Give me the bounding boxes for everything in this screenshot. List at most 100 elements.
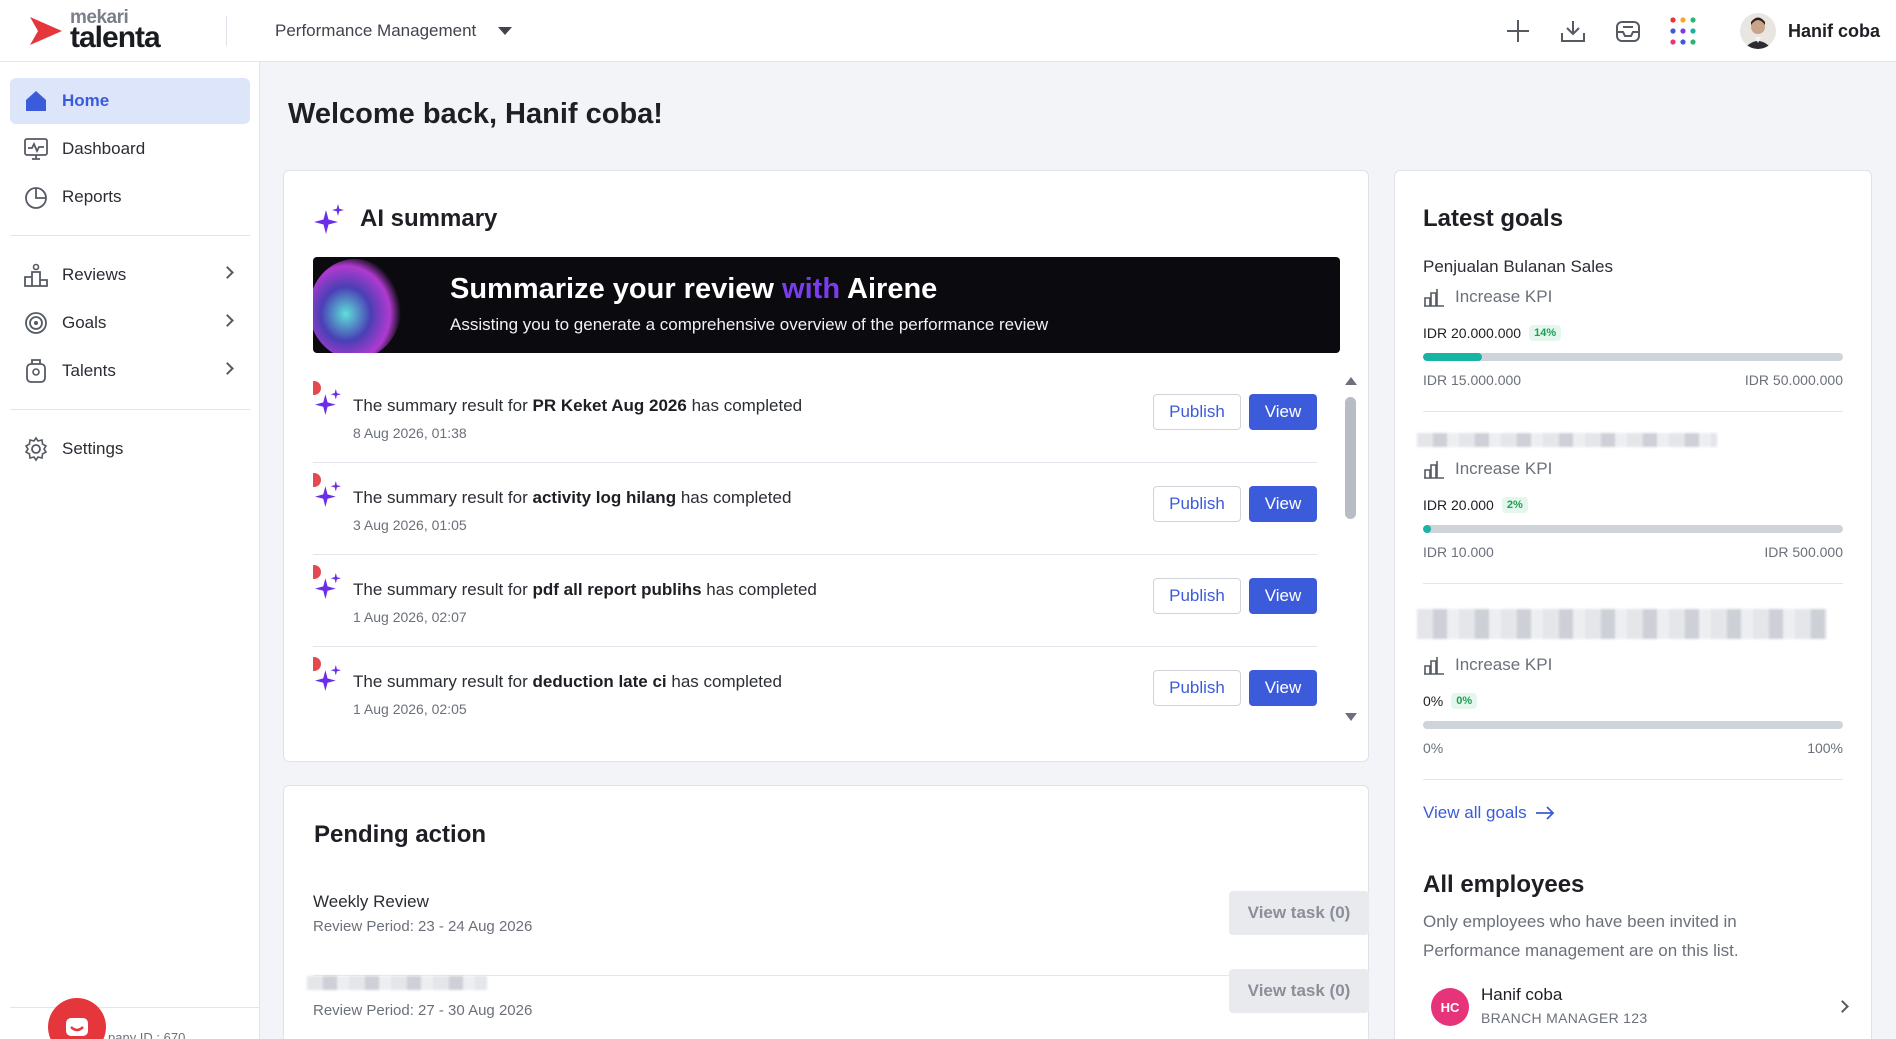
list-item: The summary result for deduction late ci…	[313, 647, 1317, 731]
sparkle-icon	[314, 204, 344, 234]
employee-row[interactable]: HC Hanif coba BRANCH MANAGER 123	[1423, 983, 1853, 1033]
sidebar-item-dashboard[interactable]: Dashboard	[10, 126, 250, 172]
goal-progress-bar	[1423, 353, 1843, 361]
sidebar-item-label: Reviews	[62, 265, 127, 284]
goal-divider	[1423, 583, 1843, 584]
target-icon	[22, 309, 50, 337]
publish-button[interactable]: Publish	[1153, 486, 1241, 522]
chevron-down-icon	[498, 26, 513, 35]
bar-chart-icon	[1424, 461, 1444, 479]
employee-role: BRANCH MANAGER 123	[1481, 1010, 1648, 1026]
user-menu[interactable]: Hanif coba	[1739, 13, 1880, 49]
chevron-right-icon	[221, 362, 234, 375]
goal-percent-badge: 14%	[1529, 325, 1562, 341]
chevron-right-icon	[1836, 1000, 1849, 1013]
ai-summary-title: AI summary	[360, 205, 498, 232]
chat-icon	[66, 1018, 88, 1036]
plus-icon[interactable]	[1500, 13, 1536, 49]
summary-date: 1 Aug 2026, 02:05	[353, 701, 467, 717]
topbar-divider	[226, 15, 227, 46]
badge-icon	[22, 357, 50, 385]
list-item: Review Period: 27 - 30 Aug 2026 View tas…	[307, 969, 1369, 1039]
list-item: The summary result for pdf all report pu…	[313, 555, 1317, 647]
view-button[interactable]: View	[1249, 394, 1317, 430]
goal-start-value: IDR 10.000	[1423, 544, 1494, 560]
sidebar-item-reviews[interactable]: Reviews	[10, 252, 250, 298]
publish-button[interactable]: Publish	[1153, 578, 1241, 614]
summary-scrollbar[interactable]	[1340, 377, 1360, 723]
view-button[interactable]: View	[1249, 578, 1317, 614]
goal-name: Penjualan Bulanan Sales	[1423, 257, 1613, 276]
chevron-right-icon	[221, 266, 234, 279]
sparkle-icon	[315, 481, 341, 507]
goal-progress-fill	[1423, 525, 1431, 533]
goal-kpi: Increase KPI	[1455, 287, 1553, 306]
goal-current-value: IDR 20.000	[1423, 497, 1494, 513]
goal-progress-bar	[1423, 525, 1843, 533]
mekari-talenta-logo[interactable]: mekari talenta	[26, 6, 198, 56]
publish-button[interactable]: Publish	[1153, 670, 1241, 706]
module-label: Performance Management	[275, 20, 477, 40]
goal-divider	[1423, 779, 1843, 780]
goal-item[interactable]: Increase KPI IDR 20.000 2% IDR 10.000 ID…	[1417, 429, 1843, 569]
brand-big: talenta	[70, 21, 161, 54]
download-icon[interactable]	[1555, 13, 1591, 49]
goal-start-value: 0%	[1423, 740, 1444, 756]
sparkle-icon	[315, 389, 341, 415]
scroll-down-icon[interactable]	[1345, 713, 1357, 721]
gear-icon	[22, 435, 50, 463]
scroll-up-icon[interactable]	[1345, 377, 1357, 385]
bar-chart-icon	[1424, 289, 1444, 307]
summary-text: The summary result for pdf all report pu…	[353, 580, 817, 599]
goal-divider	[1423, 411, 1843, 412]
all-employees-description: Only employees who have been invited in …	[1423, 912, 1739, 960]
latest-goals-card: Latest goals Penjualan Bulanan Sales Inc…	[1394, 170, 1872, 1039]
all-employees-title: All employees	[1423, 871, 1585, 898]
sidebar-item-label: Settings	[62, 439, 124, 458]
employee-name: Hanif coba	[1481, 985, 1563, 1004]
view-task-button[interactable]: View task (0)	[1229, 891, 1369, 935]
scroll-thumb[interactable]	[1345, 397, 1356, 519]
sidebar-item-reports[interactable]: Reports	[10, 174, 250, 220]
list-item: Weekly Review Review Period: 23 - 24 Aug…	[313, 888, 1369, 976]
pending-action-card: Pending action Weekly Review Review Peri…	[283, 785, 1369, 1039]
goal-item[interactable]: Increase KPI 0% 0% 0% 100%	[1417, 597, 1843, 767]
publish-button[interactable]: Publish	[1153, 394, 1241, 430]
summary-list: The summary result for PR Keket Aug 2026…	[313, 371, 1317, 731]
banner-title: Summarize your review with Airene	[450, 273, 938, 305]
sidebar-item-label: Goals	[62, 313, 107, 332]
airene-banner: Summarize your review with Airene Assist…	[313, 257, 1340, 353]
apps-grid-icon[interactable]	[1665, 13, 1701, 49]
module-selector[interactable]: Performance Management	[275, 20, 513, 41]
ai-summary-card: AI summary Summarize your review with Ai…	[283, 170, 1369, 762]
user-avatar	[1739, 13, 1776, 49]
inbox-icon[interactable]	[1610, 13, 1646, 49]
user-name: Hanif coba	[1787, 20, 1880, 41]
pending-action-title: Pending action	[314, 821, 487, 848]
view-button[interactable]: View	[1249, 670, 1317, 706]
review-period: Review Period: 27 - 30 Aug 2026	[313, 1002, 533, 1019]
goal-target-value: IDR 500.000	[1764, 544, 1843, 560]
sidebar-item-home[interactable]: Home	[10, 78, 250, 124]
sidebar-item-settings[interactable]: Settings	[10, 426, 250, 472]
summary-date: 8 Aug 2026, 01:38	[353, 425, 467, 441]
summary-text: The summary result for PR Keket Aug 2026…	[353, 396, 803, 415]
sidebar-item-label: Talents	[62, 361, 116, 380]
summary-date: 3 Aug 2026, 01:05	[353, 517, 467, 533]
sidebar-item-label: Home	[62, 91, 110, 110]
goal-progress-bar	[1423, 721, 1843, 729]
view-all-goals-link[interactable]: View all goals	[1423, 803, 1555, 823]
view-button[interactable]: View	[1249, 486, 1317, 522]
goal-target-value: 100%	[1807, 740, 1843, 756]
review-period: Review Period: 23 - 24 Aug 2026	[313, 918, 533, 935]
redacted-goal-name	[1417, 609, 1827, 639]
top-bar: mekari talenta Performance Management Ha…	[0, 0, 1896, 62]
goal-start-value: IDR 15.000.000	[1423, 372, 1522, 388]
goal-target-value: IDR 50.000.000	[1744, 372, 1843, 388]
view-task-button[interactable]: View task (0)	[1229, 969, 1369, 1013]
sidebar-item-talents[interactable]: Talents	[10, 348, 250, 394]
goal-item[interactable]: Penjualan Bulanan Sales Increase KPI IDR…	[1423, 257, 1843, 397]
sidebar-item-goals[interactable]: Goals	[10, 300, 250, 346]
summary-text: The summary result for activity log hila…	[353, 488, 792, 507]
goal-percent-badge: 0%	[1451, 693, 1478, 709]
